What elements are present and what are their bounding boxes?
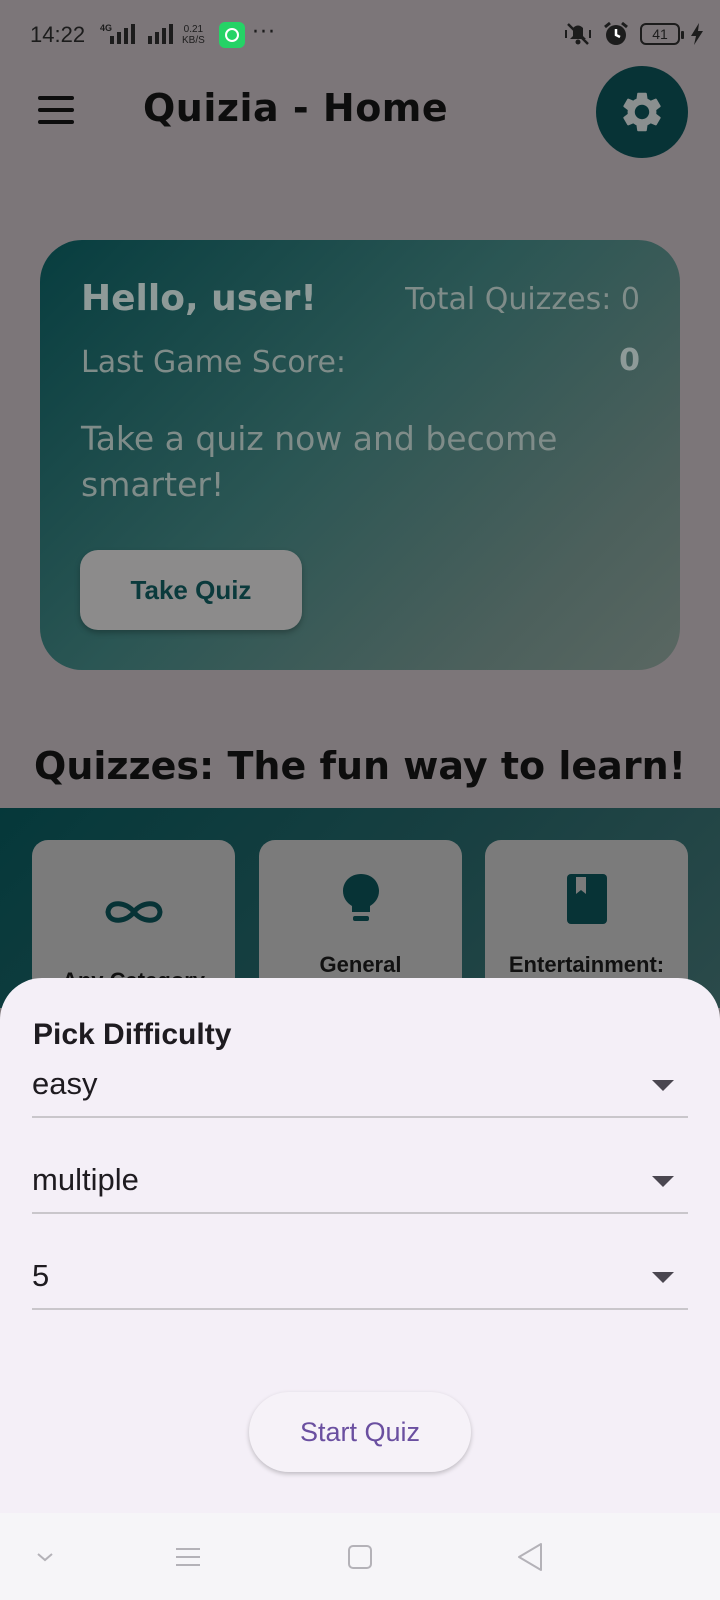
category-label: Entertainment: xyxy=(508,952,665,977)
nav-back-button[interactable] xyxy=(490,1513,570,1600)
section-title: Quizzes: The fun way to learn! xyxy=(34,744,686,788)
nav-collapse-icon xyxy=(37,1552,53,1561)
total-quizzes-text: Total Quizzes: 0 xyxy=(405,282,640,317)
signal-icon xyxy=(148,24,173,44)
charging-icon xyxy=(691,23,703,45)
data-speed: 0.21 KB/S xyxy=(182,24,205,46)
sheet-title: Pick Difficulty xyxy=(33,1018,232,1051)
more-notifications-icon: ··· xyxy=(252,20,276,45)
stats-card: Hello, user! Total Quizzes: 0 Last Game … xyxy=(40,240,680,670)
battery-icon: 41 xyxy=(640,23,684,45)
nav-collapse-button[interactable] xyxy=(5,1513,85,1600)
app-title: Quizia - Home xyxy=(143,86,449,130)
nav-recents-icon xyxy=(176,1547,200,1566)
question-count-value: 5 xyxy=(32,1258,50,1293)
chevron-down-icon xyxy=(652,1176,674,1187)
category-label: General xyxy=(319,952,402,977)
status-time: 14:22 xyxy=(30,22,86,47)
data-speed-value: 0.21 xyxy=(183,24,204,35)
alarm-icon xyxy=(604,21,628,45)
difficulty-value: easy xyxy=(32,1066,98,1101)
settings-button[interactable] xyxy=(596,66,688,158)
book-icon xyxy=(566,874,607,924)
question-count-dropdown[interactable]: 5 xyxy=(32,1240,688,1310)
nav-home-icon xyxy=(348,1544,372,1569)
status-right-icons: 41 xyxy=(564,20,704,48)
greeting-text: Hello, user! xyxy=(81,278,317,319)
difficulty-dropdown[interactable]: easy xyxy=(32,1048,688,1118)
hero-tagline: Take a quiz now and become smarter! xyxy=(81,419,558,504)
start-quiz-button[interactable]: Start Quiz xyxy=(249,1392,471,1472)
battery-level: 41 xyxy=(652,26,668,42)
data-speed-unit: KB/S xyxy=(182,35,205,46)
question-type-value: multiple xyxy=(32,1162,139,1197)
status-bar: 14:22 4G 0.21 KB/S ··· 41 xyxy=(0,0,720,72)
nav-back-icon xyxy=(518,1542,542,1571)
mute-vibrate-icon xyxy=(565,23,591,45)
take-quiz-button[interactable]: Take Quiz xyxy=(80,550,302,630)
system-navigation-bar xyxy=(0,1513,720,1600)
infinity-icon xyxy=(104,901,163,923)
chevron-down-icon xyxy=(652,1272,674,1283)
chevron-down-icon xyxy=(652,1080,674,1091)
gear-icon xyxy=(623,92,661,132)
signal-icon xyxy=(110,24,135,44)
lightbulb-icon xyxy=(342,874,379,921)
last-score-value: 0 xyxy=(619,343,640,378)
last-score-label: Last Game Score: xyxy=(81,345,347,380)
nav-recents-button[interactable] xyxy=(148,1513,228,1600)
question-type-dropdown[interactable]: multiple xyxy=(32,1144,688,1214)
hamburger-menu-icon[interactable] xyxy=(38,96,74,124)
whatsapp-icon xyxy=(219,22,245,48)
difficulty-bottom-sheet: Pick Difficulty easy multiple 5 Start Qu… xyxy=(0,978,720,1513)
nav-home-button[interactable] xyxy=(320,1513,400,1600)
